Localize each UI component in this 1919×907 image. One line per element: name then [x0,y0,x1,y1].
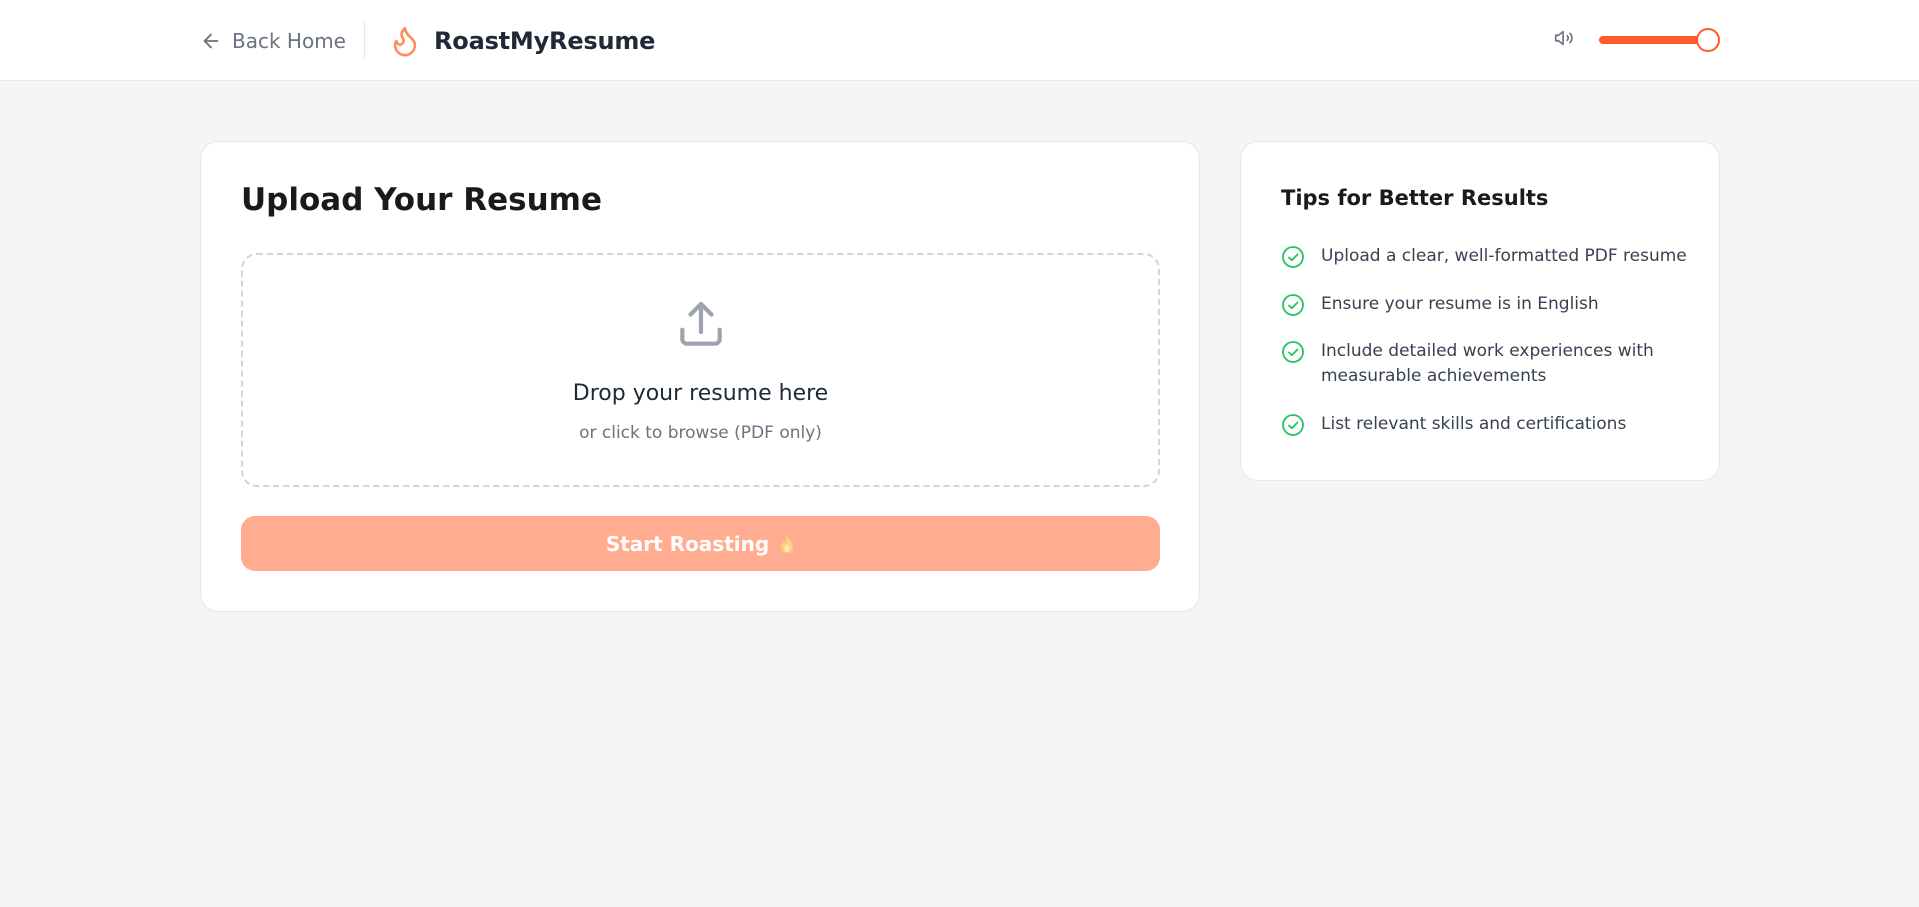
upload-title: Upload Your Resume [241,182,602,218]
tip-item: Include detailed work experiences with m… [1281,339,1691,389]
tip-text: List relevant skills and certifications [1321,414,1627,434]
tip-text: Ensure your resume is in English [1321,294,1599,314]
tip-item: List relevant skills and certifications [1281,412,1691,437]
fire-emoji-icon [779,534,795,554]
check-circle-icon [1281,413,1305,437]
back-home-link[interactable]: Back Home [200,24,346,58]
volume-track [1599,36,1709,44]
upload-icon [673,297,729,353]
brand-name: RoastMyResume [434,27,656,55]
tips-title: Tips for Better Results [1281,186,1549,210]
flame-icon [388,22,422,60]
top-header: Back Home RoastMyResume [0,0,1919,81]
tip-item: Upload a clear, well-formatted PDF resum… [1281,244,1691,269]
check-circle-icon [1281,340,1305,364]
back-home-label: Back Home [232,29,346,53]
volume-slider[interactable] [1599,28,1721,52]
header-divider [364,22,365,58]
resume-dropzone[interactable]: Drop your resume here or click to browse… [241,253,1160,487]
dropzone-title: Drop your resume here [572,381,829,406]
arrow-left-icon [200,30,222,52]
tip-text: Include detailed work experiences with m… [1321,341,1654,386]
speaker-icon[interactable] [1553,27,1577,51]
tips-card: Tips for Better Results Upload a clear, … [1240,141,1720,481]
upload-card: Upload Your Resume Drop your resume here… [200,141,1200,612]
start-roasting-button[interactable]: Start Roasting [241,516,1160,571]
tip-item: Ensure your resume is in English [1281,292,1691,317]
start-roasting-label: Start Roasting [605,531,770,556]
check-circle-icon [1281,293,1305,317]
check-circle-icon [1281,245,1305,269]
brand-logo[interactable]: RoastMyResume [388,20,655,62]
volume-thumb[interactable] [1696,28,1720,52]
dropzone-subtitle: or click to browse (PDF only) [579,423,822,443]
tip-text: Upload a clear, well-formatted PDF resum… [1321,246,1687,266]
